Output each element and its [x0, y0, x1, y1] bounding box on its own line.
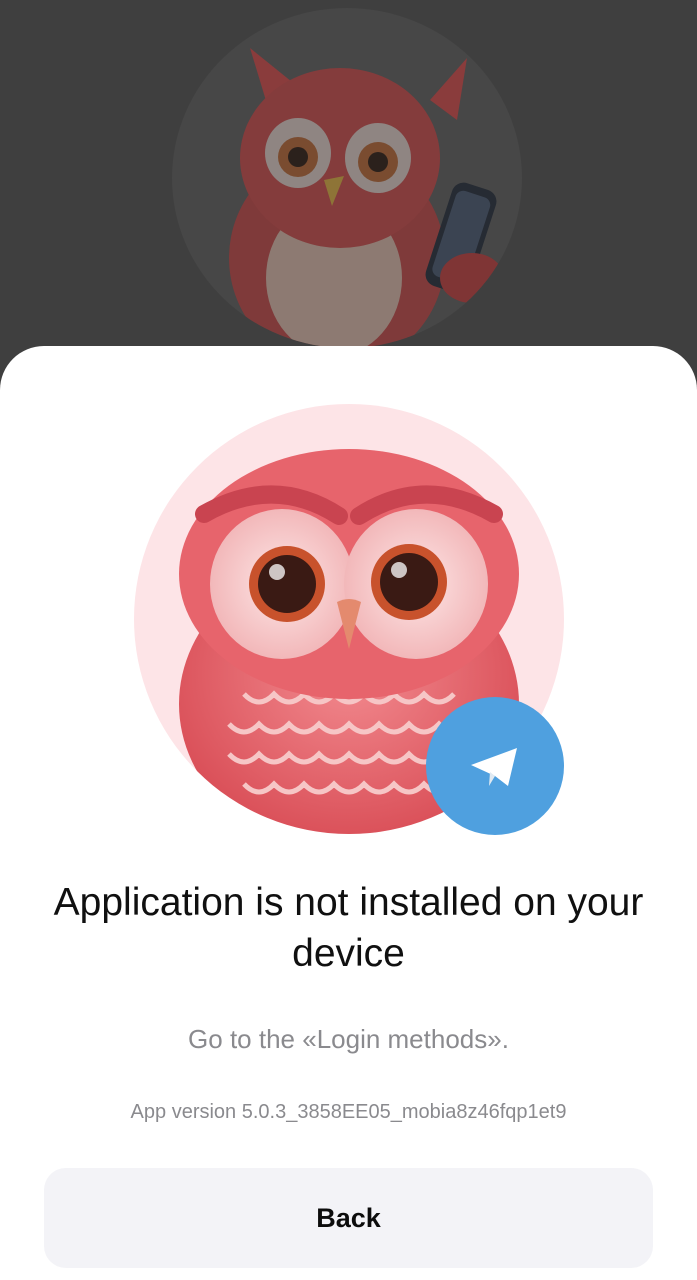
dimmed-backdrop[interactable]	[0, 0, 697, 380]
telegram-icon	[426, 697, 564, 835]
app-version-text: App version 5.0.3_3858EE05_mobia8z46fqp1…	[130, 1101, 567, 1123]
instruction-text: Go to the «Login methods».	[188, 1024, 509, 1054]
page-title: Application is not installed on your dev…	[53, 881, 644, 975]
owl-with-phone-icon	[172, 8, 522, 348]
back-button[interactable]: Back	[44, 1168, 653, 1268]
